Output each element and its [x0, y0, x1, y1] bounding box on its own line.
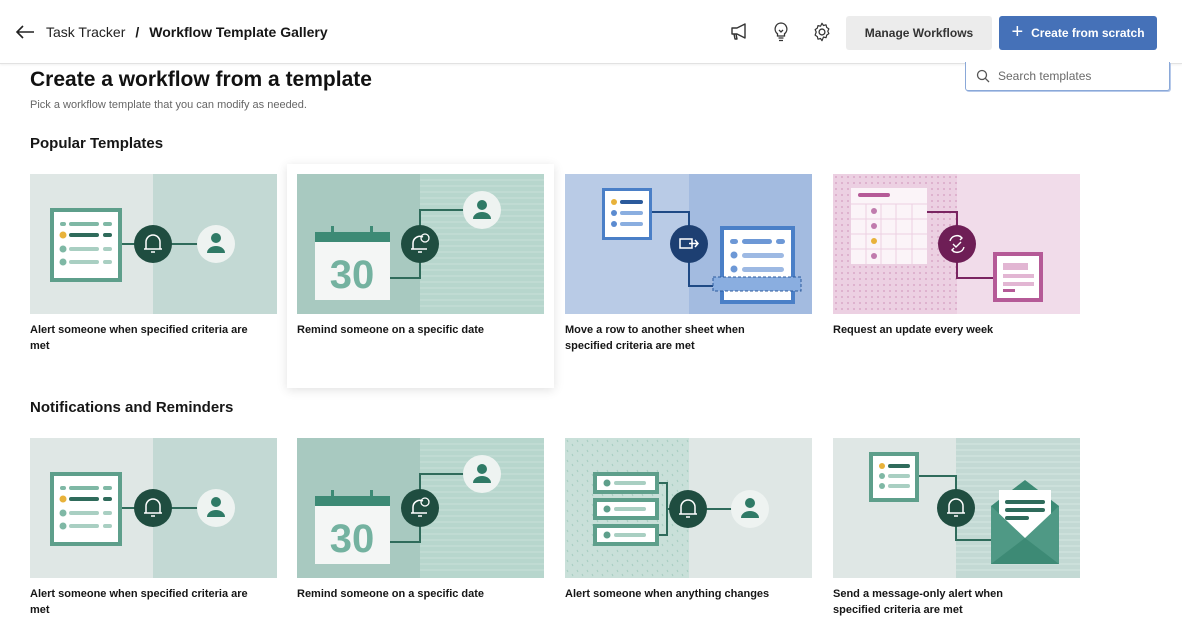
breadcrumb: Task Tracker / Workflow Template Gallery	[46, 24, 328, 40]
template-title: Alert someone when specified criteria ar…	[30, 324, 248, 352]
template-title: Move a row to another sheet when specifi…	[565, 324, 745, 352]
remind-date-illustration: 30	[297, 174, 544, 314]
search-box[interactable]	[965, 62, 1170, 91]
search-icon	[976, 69, 990, 83]
template-title: Alert someone when specified criteria ar…	[30, 588, 248, 616]
breadcrumb-parent-link[interactable]: Task Tracker	[46, 24, 125, 40]
page-subtitle: Pick a workflow template that you can mo…	[30, 99, 307, 111]
breadcrumb-separator: /	[135, 24, 140, 40]
template-card-alert-criteria[interactable]: Alert someone when specified criteria ar…	[30, 174, 277, 354]
template-title: Alert someone when anything changes	[565, 588, 770, 600]
search-input[interactable]	[998, 69, 1158, 83]
request-update-illustration	[833, 174, 1080, 314]
create-from-scratch-button[interactable]: + Create from scratch	[999, 16, 1157, 50]
template-title: Remind someone on a specific date	[297, 588, 485, 600]
alert-changes-illustration	[565, 438, 812, 578]
template-card-remind-date[interactable]: 30 Remind someone on a specific date	[287, 164, 554, 388]
section-title-notifications: Notifications and Reminders	[30, 399, 234, 416]
section-title-popular: Popular Templates	[30, 135, 164, 152]
message-alert-illustration	[833, 438, 1080, 578]
template-card-alert-changes[interactable]: Alert someone when anything changes	[565, 438, 812, 602]
template-title: Send a message-only alert when specified…	[833, 588, 1003, 616]
create-from-scratch-label: Create from scratch	[1031, 26, 1145, 40]
top-bar: Task Tracker / Workflow Template Gallery…	[0, 0, 1182, 64]
template-card-remind-date[interactable]: 30 Remind someone on a specific date	[297, 438, 544, 602]
calendar-day: 30	[330, 253, 375, 297]
remind-date-illustration: 30	[297, 438, 544, 578]
breadcrumb-current: Workflow Template Gallery	[149, 24, 328, 40]
alert-criteria-illustration	[30, 174, 277, 314]
page-title: Create a workflow from a template	[30, 68, 372, 91]
template-card-message-alert[interactable]: Send a message-only alert when specified…	[833, 438, 1080, 618]
template-card-move-row[interactable]: Move a row to another sheet when specifi…	[565, 174, 812, 354]
template-title: Remind someone on a specific date	[297, 324, 485, 336]
template-card-request-update[interactable]: Request an update every week	[833, 174, 1080, 338]
move-row-illustration	[565, 174, 812, 314]
back-button[interactable]	[14, 22, 36, 42]
manage-workflows-button[interactable]: Manage Workflows	[846, 16, 992, 50]
announcements-button[interactable]	[728, 20, 752, 44]
template-title: Request an update every week	[833, 324, 994, 336]
lightbulb-icon	[774, 22, 788, 42]
template-card-alert-criteria[interactable]: Alert someone when specified criteria ar…	[30, 438, 277, 618]
calendar-day: 30	[330, 517, 375, 561]
arrow-left-icon	[15, 25, 34, 39]
settings-button[interactable]	[810, 20, 834, 44]
alert-criteria-illustration	[30, 438, 277, 578]
gear-icon	[814, 22, 830, 42]
megaphone-icon	[731, 23, 746, 40]
tips-button[interactable]	[769, 20, 793, 44]
plus-icon: +	[1011, 21, 1024, 43]
